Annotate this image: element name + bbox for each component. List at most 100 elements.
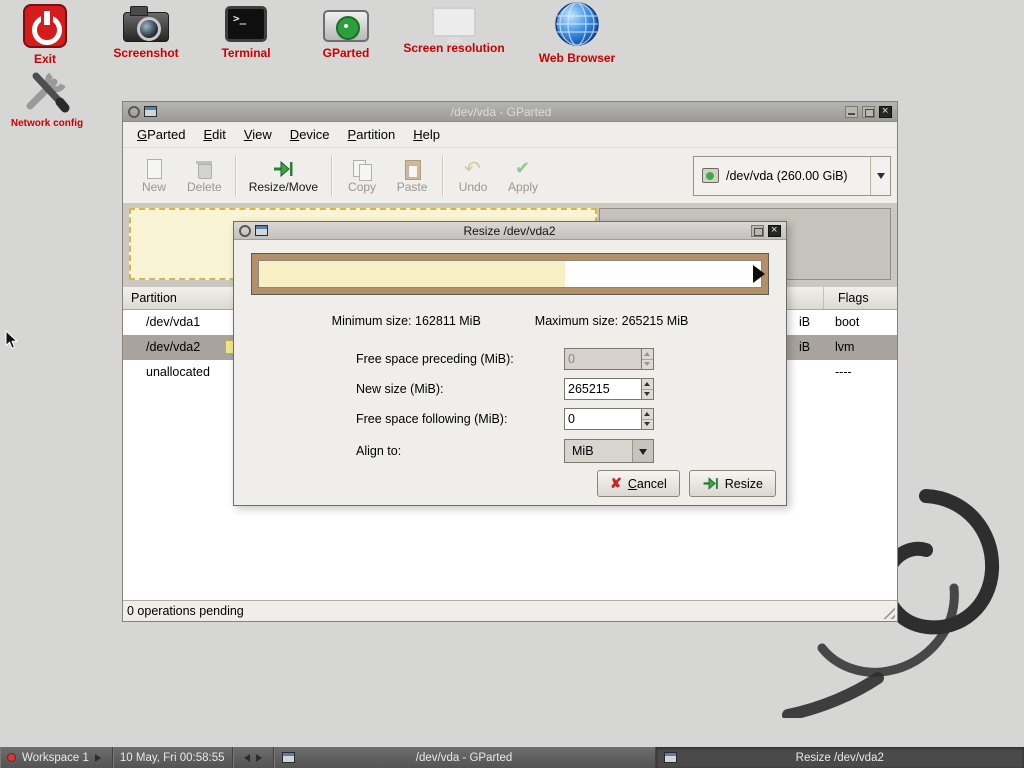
dialog-close-button[interactable]: [768, 225, 781, 237]
menu-gparted[interactable]: GParted: [129, 124, 193, 145]
spin-down-icon: [642, 360, 653, 370]
cancel-button[interactable]: Cancel: [597, 470, 680, 497]
tasklist-scroll: [233, 747, 274, 768]
close-button[interactable]: [879, 106, 892, 118]
spin-down-icon[interactable]: [642, 420, 653, 430]
task-button-resize-dialog[interactable]: Resize /dev/vda2: [656, 747, 1024, 768]
desktop-icon-label: Web Browser: [517, 51, 637, 65]
resize-button[interactable]: Resize: [689, 470, 776, 497]
minimize-button[interactable]: [845, 106, 858, 118]
dialog-maximize-button[interactable]: [751, 225, 764, 237]
paste-button[interactable]: Paste: [387, 152, 437, 199]
align-combo-arrow-icon[interactable]: [632, 440, 653, 462]
desktop-icon-screenshot: Screenshot: [106, 2, 186, 60]
clock: 10 May, Fri 00:58:55: [113, 747, 233, 768]
desktop: Exit Screenshot Terminal GParted Screen …: [0, 0, 1024, 768]
minimum-size-label: Minimum size: 162811 MiB: [332, 314, 481, 328]
apply-button[interactable]: Apply: [498, 152, 548, 199]
new-button[interactable]: New: [129, 152, 179, 199]
apply-check-icon: [512, 158, 534, 180]
mouse-cursor: [5, 330, 20, 351]
workspace-indicator-dot: [7, 753, 16, 762]
resize-slider[interactable]: [251, 253, 769, 295]
align-to-combo[interactable]: MiB: [564, 439, 654, 463]
copy-icon: [351, 158, 373, 180]
globe-icon[interactable]: [554, 1, 600, 47]
terminal-icon[interactable]: [225, 6, 267, 42]
desktop-icon-label: Network config: [2, 118, 92, 129]
delete-button[interactable]: Delete: [179, 152, 230, 199]
drive-icon: [702, 168, 719, 183]
align-to-value: MiB: [565, 444, 632, 458]
free-space-preceding-label: Free space preceding (MiB):: [356, 352, 564, 366]
toolbar: New Delete Resize/Move Copy: [123, 148, 897, 203]
monitor-icon[interactable]: [432, 7, 476, 37]
resize-move-icon: [272, 158, 294, 180]
toolbar-separator: [331, 156, 332, 196]
window-title: /dev/vda - GParted: [161, 105, 841, 119]
workspace-next-icon[interactable]: [95, 754, 105, 762]
workspace-switcher[interactable]: Workspace 1: [0, 747, 113, 768]
spin-up-icon[interactable]: [642, 409, 653, 420]
dialog-titlebar[interactable]: Resize /dev/vda2: [234, 222, 786, 240]
device-combo-value: /dev/vda (260.00 GiB): [726, 169, 848, 183]
exit-icon[interactable]: [23, 4, 67, 48]
device-combo[interactable]: /dev/vda (260.00 GiB): [693, 156, 891, 196]
column-header-partition[interactable]: Partition: [123, 287, 234, 309]
undo-icon: [462, 158, 484, 180]
delete-icon: [193, 158, 215, 180]
menubar: GParted Edit View Device Partition Help: [123, 122, 897, 148]
undo-button[interactable]: Undo: [448, 152, 498, 199]
spin-up-icon[interactable]: [642, 379, 653, 390]
tasklist-scroll-right-icon[interactable]: [256, 754, 266, 762]
new-size-spinbox: [564, 378, 654, 400]
cancel-x-icon: [610, 475, 622, 492]
resize-grow-handle-icon[interactable]: [753, 265, 765, 283]
task-window-icon: [664, 752, 677, 763]
window-menu-icon[interactable]: [239, 225, 251, 237]
dialog-body: Minimum size: 162811 MiB Maximum size: 2…: [234, 240, 786, 506]
window-menu-icon[interactable]: [128, 106, 140, 118]
menu-help[interactable]: Help: [405, 124, 448, 145]
task-button-gparted[interactable]: /dev/vda - GParted: [274, 747, 656, 768]
resize-move-button[interactable]: Resize/Move: [241, 152, 326, 199]
new-partition-icon: [143, 158, 165, 180]
workspace-label: Workspace 1: [22, 752, 89, 764]
desktop-icon-exit: Exit: [10, 4, 80, 66]
align-to-label: Align to:: [356, 444, 564, 458]
menu-view[interactable]: View: [236, 124, 280, 145]
tools-icon[interactable]: [24, 70, 70, 114]
gparted-disk-icon[interactable]: [323, 10, 369, 42]
taskbar: Workspace 1 10 May, Fri 00:58:55 /dev/vd…: [0, 747, 1024, 768]
copy-button[interactable]: Copy: [337, 152, 387, 199]
size-limits: Minimum size: 162811 MiB Maximum size: 2…: [234, 314, 786, 328]
menu-partition[interactable]: Partition: [340, 124, 404, 145]
paste-icon: [401, 158, 423, 180]
menu-device[interactable]: Device: [282, 124, 338, 145]
app-icon: [144, 106, 157, 117]
spin-down-icon[interactable]: [642, 390, 653, 400]
desktop-icon-gparted: GParted: [306, 2, 386, 60]
camera-icon[interactable]: [123, 12, 169, 42]
statusbar: 0 operations pending: [123, 600, 897, 621]
clock-text: 10 May, Fri 00:58:55: [120, 752, 225, 764]
column-header-flags[interactable]: Flags: [823, 287, 897, 309]
resize-form: Free space preceding (MiB): New size (Mi…: [356, 344, 786, 466]
desktop-icon-label: Screenshot: [106, 46, 186, 60]
free-space-following-label: Free space following (MiB):: [356, 412, 564, 426]
resize-arrow-icon: [702, 475, 719, 492]
desktop-icon-label: Exit: [10, 52, 80, 66]
maximize-button[interactable]: [862, 106, 875, 118]
free-space-following-input[interactable]: [565, 409, 641, 429]
new-size-input[interactable]: [565, 379, 641, 399]
desktop-icon-web-browser: Web Browser: [517, 1, 637, 65]
desktop-icon-label: Screen resolution: [394, 41, 514, 55]
desktop-icon-network-config: Network config: [2, 70, 92, 129]
menu-edit[interactable]: Edit: [195, 124, 233, 145]
tasklist-scroll-left-icon[interactable]: [240, 754, 250, 762]
resize-bar-used: [259, 261, 565, 287]
device-combo-arrow-icon[interactable]: [870, 157, 890, 195]
gparted-titlebar[interactable]: /dev/vda - GParted: [123, 102, 897, 122]
resize-grip[interactable]: [882, 606, 895, 619]
resize-slider-track: [258, 260, 762, 288]
